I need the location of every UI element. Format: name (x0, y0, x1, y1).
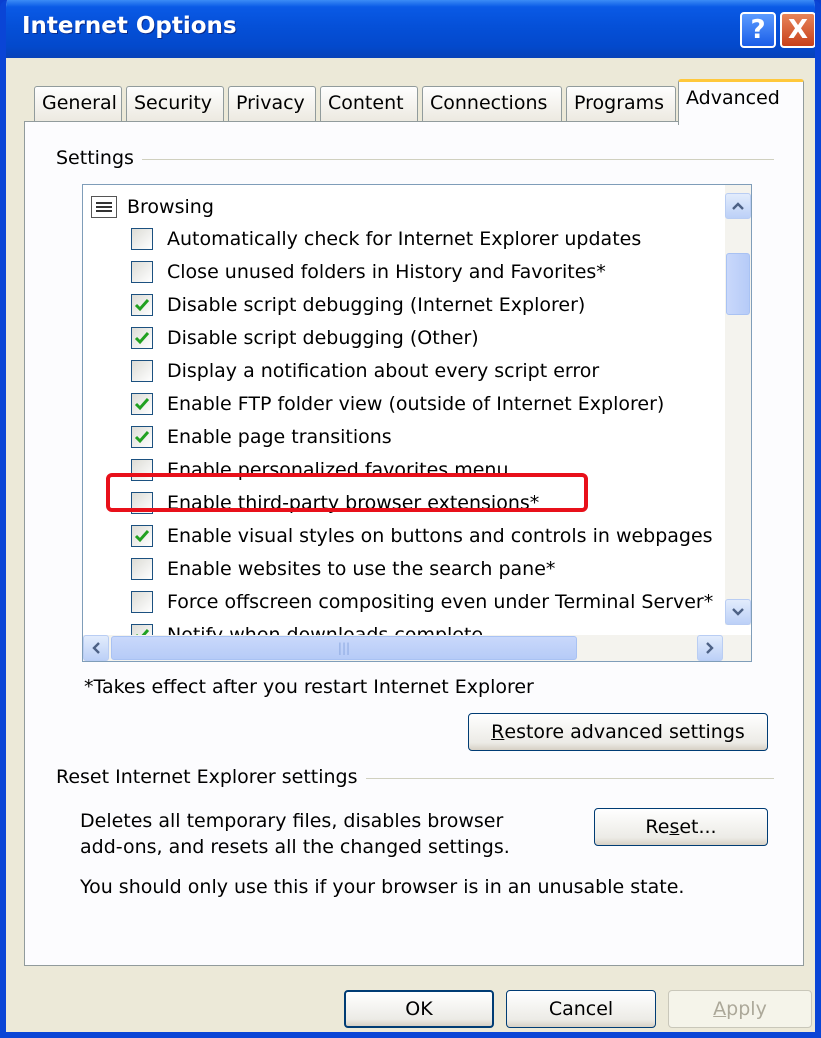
setting-checkbox[interactable] (131, 261, 153, 283)
setting-checkbox[interactable] (131, 294, 153, 316)
list-item[interactable]: Disable script debugging (Internet Explo… (131, 289, 585, 321)
list-item[interactable]: Enable page transitions (131, 421, 392, 453)
tab-general[interactable]: General (34, 86, 122, 122)
checkmark-icon (134, 431, 150, 444)
reset-warning: You should only use this if your browser… (80, 876, 685, 898)
setting-checkbox[interactable] (131, 360, 153, 382)
setting-checkbox[interactable] (131, 327, 153, 349)
reset-description-line2: add-ons, and resets all the changed sett… (80, 836, 510, 858)
list-item[interactable]: Enable FTP folder view (outside of Inter… (131, 388, 664, 420)
reset-button[interactable]: Re s et... (594, 808, 768, 846)
scroll-down-button[interactable] (725, 599, 751, 625)
help-icon: ? (750, 15, 766, 45)
list-item-category: Browsing (91, 191, 214, 223)
setting-checkbox[interactable] (131, 525, 153, 547)
chevron-up-icon (732, 202, 744, 210)
horizontal-scroll-thumb[interactable]: ||| (111, 636, 577, 660)
tab-programs[interactable]: Programs (566, 86, 676, 122)
tab-security[interactable]: Security (126, 86, 224, 122)
setting-label: Enable page transitions (167, 426, 392, 448)
list-item[interactable]: Force offscreen compositing even under T… (131, 586, 713, 618)
list-item[interactable]: Enable websites to use the search pane* (131, 553, 555, 585)
setting-label: Enable FTP folder view (outside of Inter… (167, 393, 665, 415)
list-item[interactable]: Close unused folders in History and Favo… (131, 256, 606, 288)
reset-group-label: Reset Internet Explorer settings (56, 766, 366, 788)
title-bar[interactable]: Internet Options ? X (6, 0, 815, 58)
setting-checkbox[interactable] (131, 426, 153, 448)
list-item[interactable]: Enable visual styles on buttons and cont… (131, 520, 713, 552)
restart-footnote: *Takes effect after you restart Internet… (84, 676, 534, 698)
window-title: Internet Options (22, 13, 237, 39)
setting-label: Close unused folders in History and Favo… (167, 261, 606, 283)
chevron-down-icon (732, 608, 744, 616)
settings-list[interactable]: Browsing Automatically check for Interne… (82, 184, 752, 662)
setting-label: Display a notification about every scrip… (167, 360, 600, 382)
scroll-right-button[interactable] (697, 635, 723, 661)
close-icon: X (787, 15, 809, 45)
checkmark-icon (134, 299, 150, 312)
checkmark-icon (134, 332, 150, 345)
restore-advanced-settings-button[interactable]: Restore advanced settings (468, 713, 768, 751)
tab-content[interactable]: Content (320, 86, 418, 122)
setting-checkbox[interactable] (131, 558, 153, 580)
list-item[interactable]: Display a notification about every scrip… (131, 355, 599, 387)
apply-button[interactable]: Apply (668, 990, 812, 1028)
ok-button[interactable]: OK (344, 990, 494, 1028)
setting-checkbox[interactable] (131, 228, 153, 250)
list-item[interactable]: Automatically check for Internet Explore… (131, 223, 641, 255)
horizontal-scrollbar[interactable]: ||| (83, 635, 751, 661)
settings-group-label: Settings (56, 147, 142, 169)
settings-divider (56, 159, 774, 160)
checkmark-icon (134, 530, 150, 543)
close-button[interactable]: X (780, 12, 815, 48)
setting-checkbox[interactable] (131, 393, 153, 415)
reset-description-line1: Deletes all temporary files, disables br… (80, 810, 504, 832)
checkmark-icon (134, 398, 150, 411)
highlight-annotation (106, 473, 588, 512)
setting-label: Disable script debugging (Other) (167, 327, 479, 349)
chevron-right-icon (706, 642, 714, 654)
vertical-scrollbar[interactable] (725, 185, 751, 625)
help-button[interactable]: ? (740, 12, 776, 48)
settings-category-icon (91, 196, 117, 218)
setting-checkbox[interactable] (131, 591, 153, 613)
chevron-left-icon (92, 642, 100, 654)
setting-label: Disable script debugging (Internet Explo… (167, 294, 586, 316)
scroll-up-button[interactable] (725, 193, 751, 219)
setting-label: Automatically check for Internet Explore… (167, 228, 642, 250)
list-item[interactable]: Disable script debugging (Other) (131, 322, 479, 354)
setting-label: Enable websites to use the search pane* (167, 558, 556, 580)
setting-label: Force offscreen compositing even under T… (167, 591, 714, 613)
tab-privacy[interactable]: Privacy (228, 86, 316, 122)
scroll-left-button[interactable] (83, 635, 109, 661)
cancel-button[interactable]: Cancel (506, 990, 656, 1028)
vertical-scroll-thumb[interactable] (726, 253, 750, 315)
tab-connections[interactable]: Connections (422, 86, 562, 122)
setting-label: Enable visual styles on buttons and cont… (167, 525, 713, 547)
tab-advanced[interactable]: Advanced (678, 79, 804, 125)
